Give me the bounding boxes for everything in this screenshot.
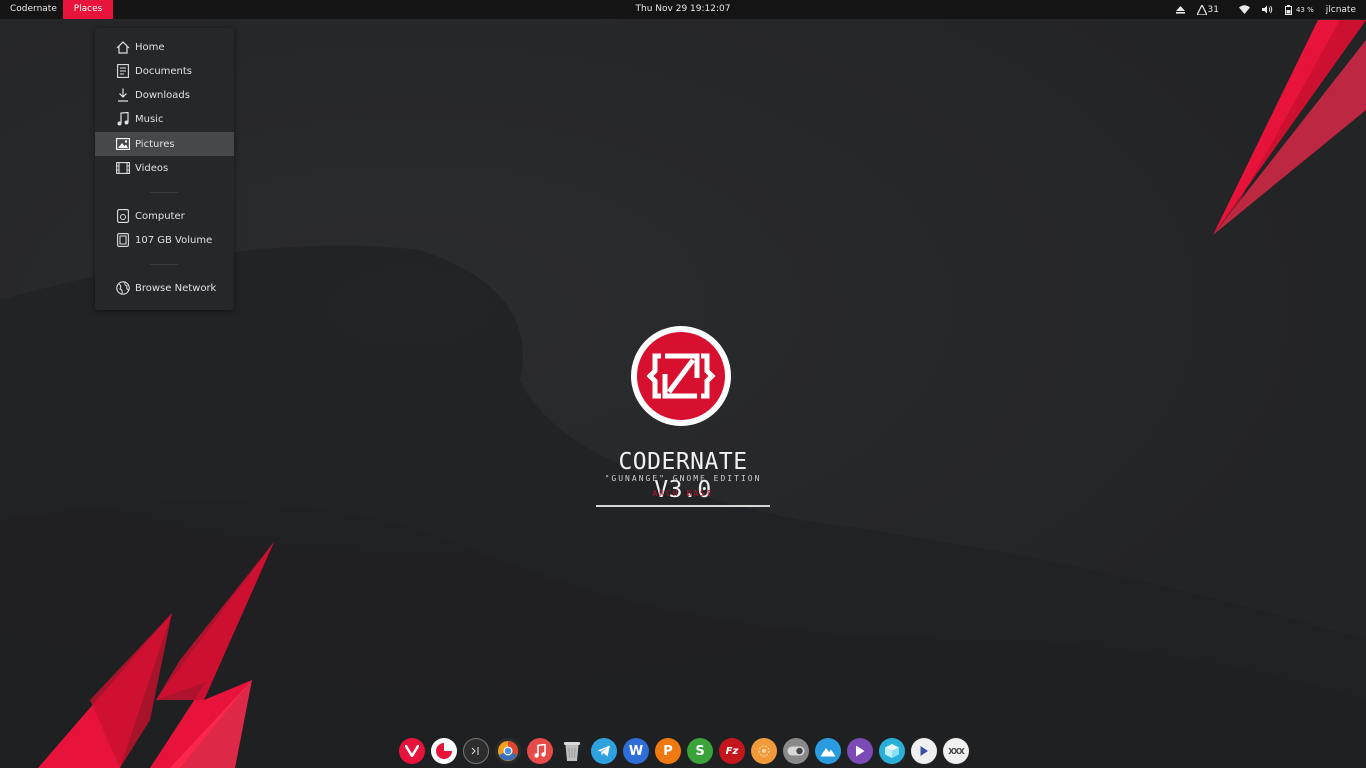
places-item-pictures[interactable]: Pictures — [95, 132, 234, 156]
notification-count: 31 — [1207, 4, 1219, 15]
clock[interactable]: Thu Nov 29 19:12:07 — [583, 0, 783, 19]
wallpaper-base-label: ARCH BASE — [652, 489, 714, 498]
places-item-label: Documents — [135, 65, 193, 77]
places-item-computer[interactable]: Computer — [95, 204, 234, 228]
wallpaper-subtitle: "GUNANGE" GNOME EDITION — [604, 474, 762, 483]
places-item-downloads[interactable]: Downloads — [95, 83, 234, 107]
wallpaper-underline — [596, 505, 770, 507]
places-item-label: Browse Network — [135, 282, 217, 294]
wifi-icon[interactable] — [1233, 0, 1256, 19]
media-player-icon[interactable] — [911, 738, 937, 764]
places-item-label: Computer — [135, 210, 185, 222]
places-item-documents[interactable]: Documents — [95, 59, 234, 83]
music-icon — [115, 111, 131, 127]
places-item-videos[interactable]: Videos — [95, 156, 234, 180]
downloads-icon — [115, 87, 131, 103]
menu-separator — [150, 192, 178, 193]
spreadsheet-icon[interactable]: S — [687, 738, 713, 764]
codernate-logo — [631, 326, 731, 426]
places-item-music[interactable]: Music — [95, 107, 234, 131]
home-icon — [115, 39, 131, 55]
battery-percent: 43 % — [1295, 5, 1314, 14]
battery-icon — [1284, 4, 1292, 15]
chromium-icon[interactable] — [495, 738, 521, 764]
xxx-app-icon[interactable]: XXX — [943, 738, 969, 764]
notification-icon — [1196, 4, 1207, 15]
places-item-label: Home — [135, 41, 165, 53]
places-item-home[interactable]: Home — [95, 35, 234, 59]
places-item-volume[interactable]: 107 GB Volume — [95, 228, 234, 252]
places-item-label: Downloads — [135, 89, 190, 101]
places-item-label: Music — [135, 113, 164, 125]
network-icon — [115, 280, 131, 296]
documents-icon — [115, 63, 131, 79]
timeshift-icon[interactable] — [431, 738, 457, 764]
places-dropdown-menu: Home Documents Downloads Music Pictures … — [95, 28, 234, 310]
notification-indicator[interactable]: 31 — [1191, 0, 1225, 19]
menu-separator — [150, 264, 178, 265]
trash-icon[interactable] — [559, 738, 585, 764]
pictures-icon — [115, 136, 131, 152]
eject-icon[interactable] — [1170, 0, 1191, 19]
video-player-icon[interactable] — [847, 738, 873, 764]
videos-icon — [115, 160, 131, 176]
activities-button[interactable]: Codernate — [0, 0, 67, 19]
vivaldi-icon[interactable] — [399, 738, 425, 764]
presentation-icon[interactable]: P — [655, 738, 681, 764]
music-app-icon[interactable] — [527, 738, 553, 764]
filezilla-icon[interactable]: Fz — [719, 738, 745, 764]
telegram-icon[interactable] — [591, 738, 617, 764]
places-menu-button[interactable]: Places — [63, 0, 113, 19]
settings-app-icon[interactable] — [751, 738, 777, 764]
image-viewer-icon[interactable] — [815, 738, 841, 764]
battery-indicator[interactable]: 43 % — [1279, 0, 1320, 19]
volume-drive-icon — [115, 232, 131, 248]
dock: W P S Fz XXX — [395, 736, 973, 766]
system-tray: 31 43 % jlcnate — [1170, 0, 1366, 19]
places-item-label: 107 GB Volume — [135, 234, 213, 246]
computer-icon — [115, 208, 131, 224]
places-item-label: Videos — [135, 162, 169, 174]
top-panel: Codernate Places Thu Nov 29 19:12:07 31 … — [0, 0, 1366, 19]
terminal-icon[interactable] — [463, 738, 489, 764]
box-app-icon[interactable] — [879, 738, 905, 764]
tweaks-icon[interactable] — [783, 738, 809, 764]
volume-icon[interactable] — [1256, 0, 1279, 19]
writer-icon[interactable]: W — [623, 738, 649, 764]
user-menu[interactable]: jlcnate — [1320, 0, 1366, 19]
places-item-network[interactable]: Browse Network — [95, 276, 234, 300]
places-item-label: Pictures — [135, 138, 175, 150]
